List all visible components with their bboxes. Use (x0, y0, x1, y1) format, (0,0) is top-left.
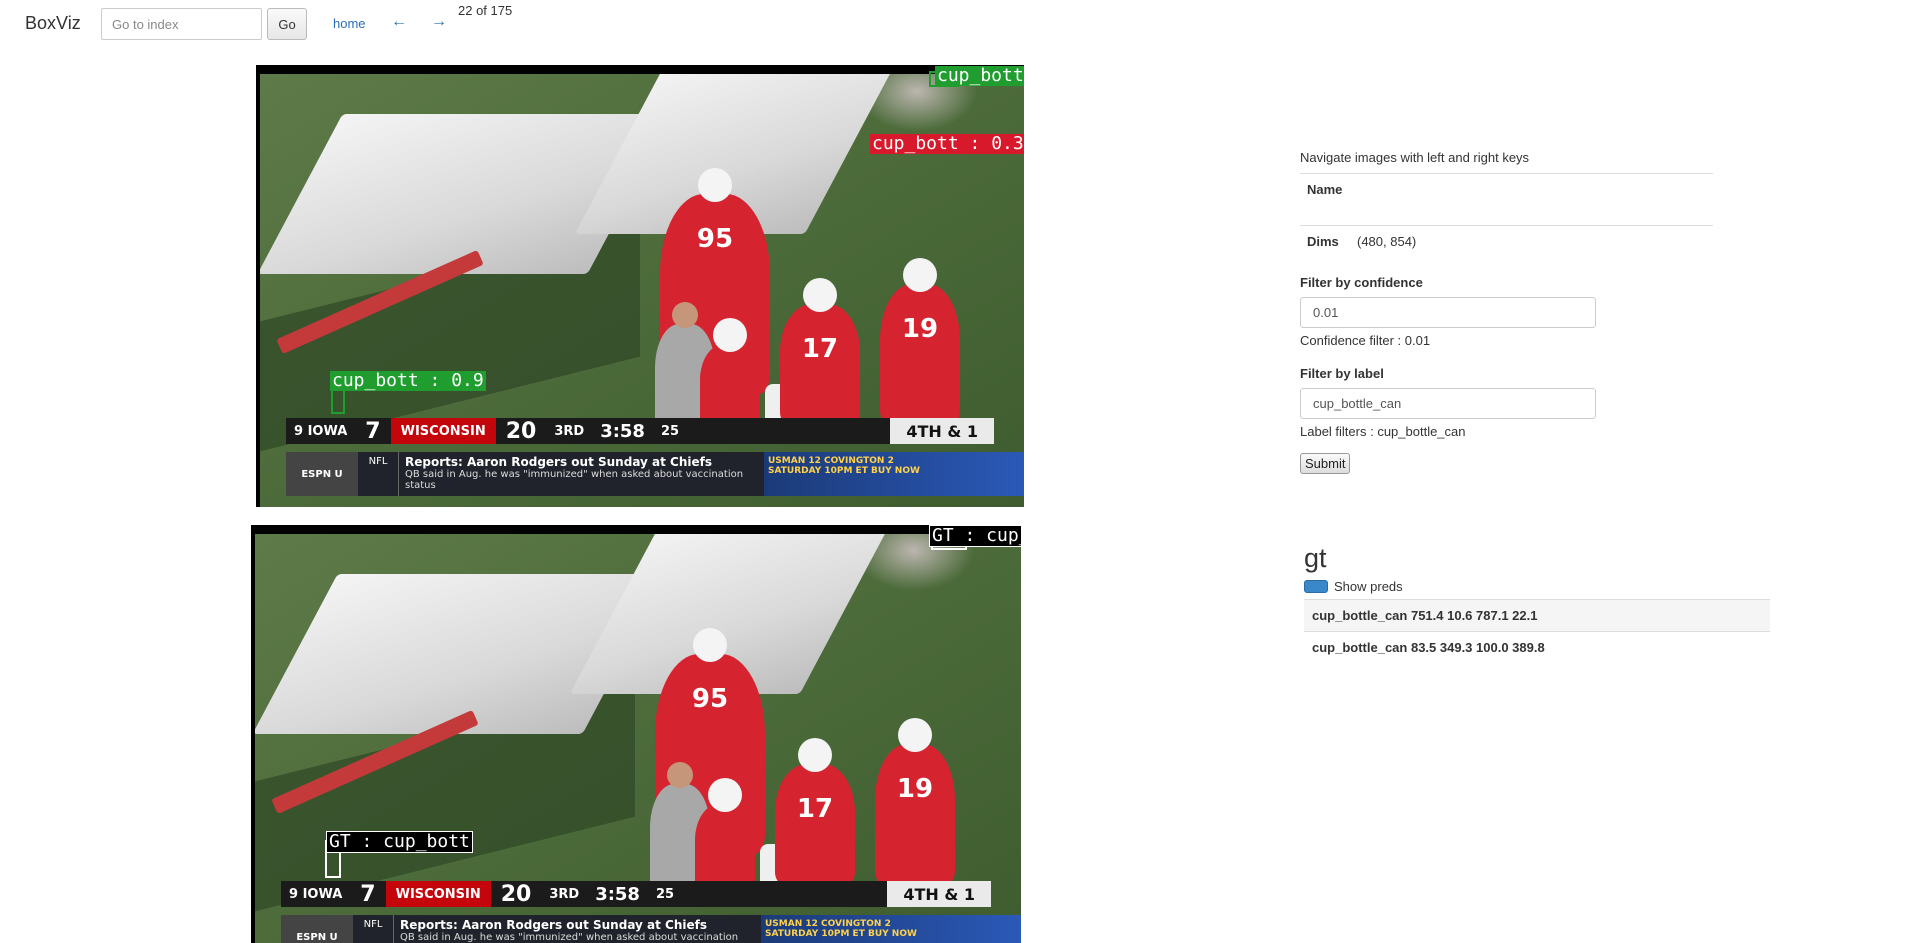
away-team: WISCONSIN (385, 881, 491, 907)
gt-list-item[interactable]: cup_bottle_can 751.4 10.6 787.1 22.1 (1304, 600, 1770, 632)
go-button[interactable]: Go (267, 8, 307, 40)
game-clock: 3:58 (595, 883, 640, 905)
submit-button[interactable]: Submit (1300, 453, 1351, 474)
label-filter-label: Filter by label (1300, 366, 1384, 381)
control-panel: Navigate images with left and right keys… (1300, 150, 1770, 474)
home-score: 7 (365, 418, 381, 444)
dims-value: (480, 854) (1350, 225, 1713, 257)
jersey-number: 19 (896, 774, 934, 804)
down-distance: 4TH & 1 (887, 881, 991, 907)
quarter: 3RD (554, 423, 585, 439)
away-score: 20 (500, 881, 532, 907)
away-score: 20 (505, 418, 537, 444)
prediction-image: 95 17 19 cup_bott cup_bott : 0.3 cup_bot… (256, 65, 1024, 507)
confidence-filter-label: Filter by confidence (1300, 275, 1423, 290)
ticker-ad: USMAN 12 COVINGTON 2 SATURDAY 10PM ET BUY… (761, 915, 1021, 943)
pred-box-label: cup_bott : 0.3 (870, 133, 1024, 154)
league-tag: NFL (368, 456, 388, 467)
next-arrow-icon[interactable]: → (431, 13, 447, 31)
home-team: 9 IOWA (294, 423, 348, 439)
ticker-subline: QB said in Aug. he was "immunized" when … (400, 932, 739, 943)
gt-box-label: GT : cup_bott (326, 831, 473, 853)
play-clock: 25 (660, 423, 680, 439)
gt-panel: gt Show preds cup_bottle_can 751.4 10.6 … (1304, 543, 1770, 663)
name-key: Name (1300, 173, 1350, 226)
gt-list-item[interactable]: cup_bottle_can 83.5 349.3 100.0 389.8 (1304, 632, 1770, 663)
image-counter: 22 of 175 (458, 3, 513, 18)
confidence-filter-input[interactable] (1300, 297, 1596, 328)
name-value (1350, 173, 1713, 226)
home-score: 7 (360, 881, 376, 907)
jersey-number: 17 (796, 794, 834, 824)
ticker-subline: QB said in Aug. he was "immunized" when … (405, 469, 744, 491)
home-link[interactable]: home (333, 16, 366, 31)
quarter: 3RD (549, 886, 580, 902)
gt-list: cup_bottle_can 751.4 10.6 787.1 22.1 cup… (1304, 599, 1770, 663)
news-ticker: ESPN U NFL Reports: Aaron Rodgers out Su… (281, 915, 1021, 943)
image-info-table: Name Dims (480, 854) (1300, 173, 1713, 257)
dims-key: Dims (1300, 225, 1350, 257)
pred-box-label: cup_bott : 0.9 (330, 370, 486, 391)
confidence-filter-status: Confidence filter : 0.01 (1300, 333, 1431, 348)
home-team: 9 IOWA (289, 886, 343, 902)
play-clock: 25 (655, 886, 675, 902)
show-preds-row[interactable]: Show preds (1304, 579, 1770, 594)
league-tag: NFL (363, 919, 383, 930)
ticker-headline: Reports: Aaron Rodgers out Sunday at Chi… (405, 455, 713, 469)
gt-title: gt (1304, 543, 1327, 573)
brand-logo[interactable]: BoxViz (25, 13, 81, 34)
news-ticker: ESPN U NFL Reports: Aaron Rodgers out Su… (286, 452, 1024, 496)
player: 17 (780, 278, 860, 424)
gt-box-label: GT : cup_ (929, 525, 1021, 547)
game-clock: 3:58 (600, 420, 645, 442)
show-preds-label: Show preds (1334, 579, 1403, 594)
jersey-number: 95 (696, 224, 734, 254)
navigation-hint: Navigate images with left and right keys (1300, 150, 1530, 165)
show-preds-toggle[interactable] (1304, 580, 1328, 593)
player: 17 (775, 738, 855, 884)
goto-index-input[interactable] (101, 8, 262, 40)
label-filter-status: Label filters : cup_bottle_can (1300, 424, 1466, 439)
scorebug: 9 IOWA 7 WISCONSIN 20 3RD 3:58 25 4TH & … (281, 881, 991, 907)
ticker-headline: Reports: Aaron Rodgers out Sunday at Chi… (400, 918, 708, 932)
player: 19 (880, 258, 960, 424)
scorebug: 9 IOWA 7 WISCONSIN 20 3RD 3:58 25 4TH & … (286, 418, 994, 444)
ticker-ad: USMAN 12 COVINGTON 2 SATURDAY 10PM ET BUY… (764, 452, 1024, 496)
player: 19 (875, 718, 955, 884)
label-filter-input[interactable] (1300, 388, 1596, 419)
down-distance: 4TH & 1 (890, 418, 994, 444)
away-team: WISCONSIN (390, 418, 496, 444)
jersey-number: 95 (691, 684, 729, 714)
jersey-number: 19 (901, 314, 939, 344)
pred-box-label: cup_bott (935, 65, 1024, 86)
ground-truth-image: 95 17 19 GT : cup_ GT : cup_bott 9 IOWA … (251, 525, 1021, 943)
prev-arrow-icon[interactable]: ← (391, 13, 407, 31)
network-logo: ESPN U (286, 452, 358, 496)
jersey-number: 17 (801, 334, 839, 364)
network-logo: ESPN U (281, 915, 353, 943)
